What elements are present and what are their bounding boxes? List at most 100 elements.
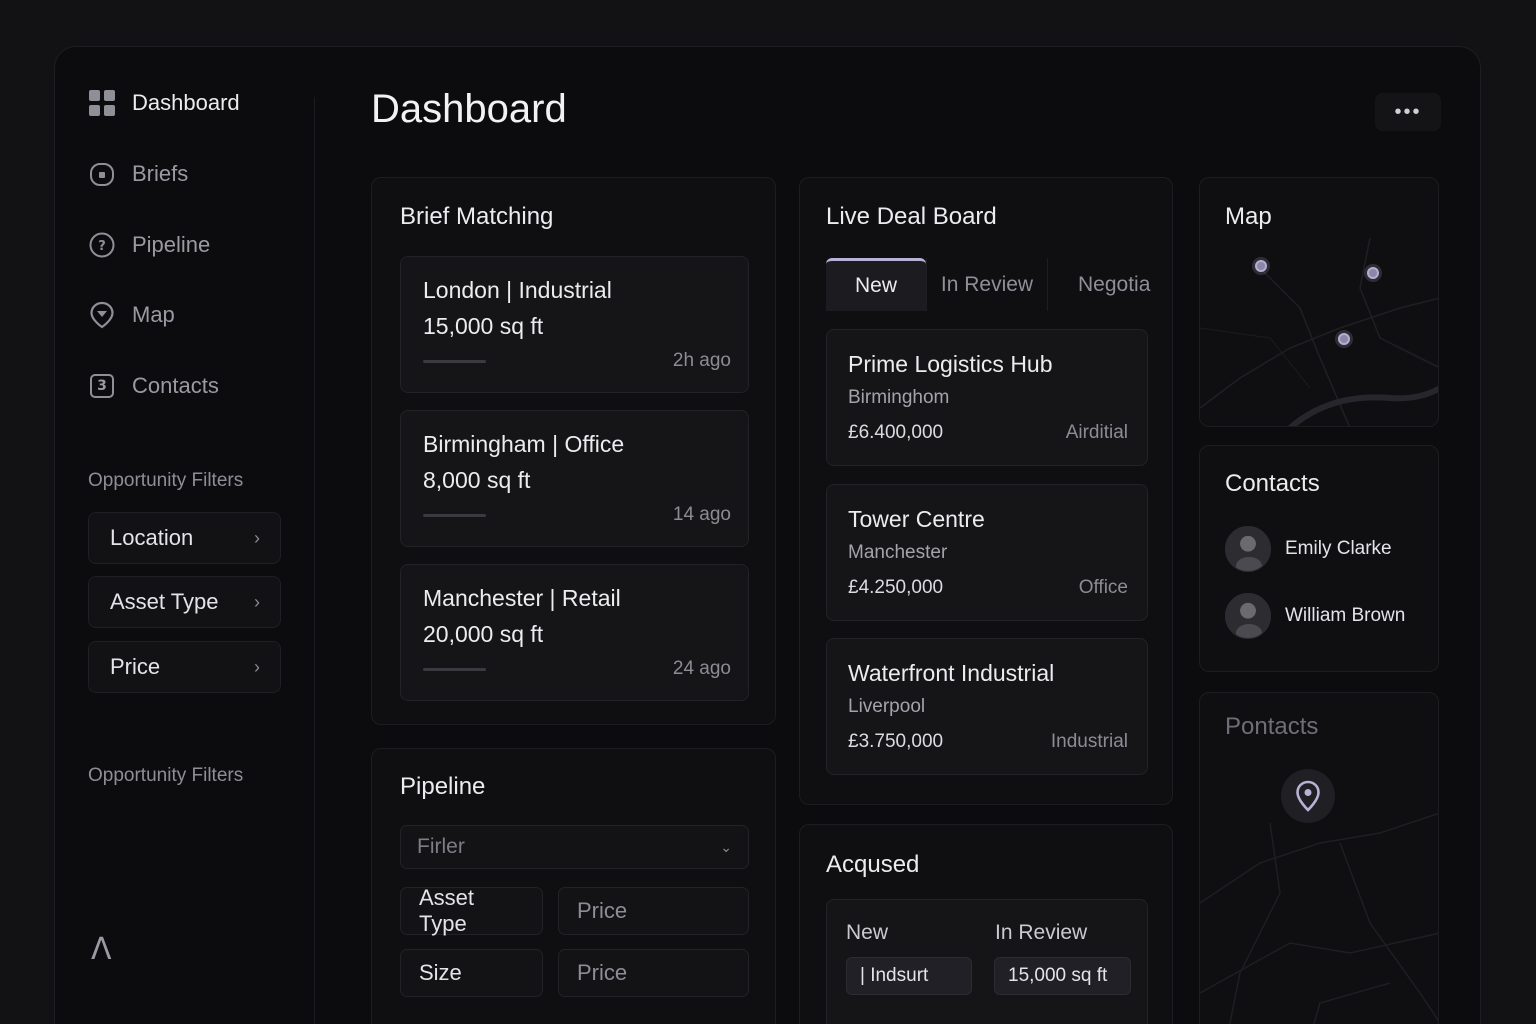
sidebar-item-contacts[interactable]: 3 Contacts [88, 366, 219, 406]
acquired-column-header: In Review [995, 921, 1088, 944]
chevron-right-icon: › [254, 591, 260, 612]
sidebar-item-label: Briefs [132, 161, 189, 186]
live-deal-board-title: Live Deal Board [826, 203, 997, 230]
sidebar-item-pipeline[interactable]: ? Pipeline [88, 225, 210, 265]
contact-item[interactable]: Emily Clarke [1225, 526, 1392, 572]
contacts-icon: 3 [88, 372, 116, 400]
secondary-map-title: Pontacts [1225, 713, 1319, 740]
acquired-card: New In Review | Indsurt 15,000 sq ft [826, 899, 1148, 1024]
pipeline-chip-price-2[interactable]: Price [558, 949, 749, 997]
chevron-right-icon: › [254, 527, 260, 548]
tab-label: Negotia [1078, 272, 1151, 296]
filter-label: Location [110, 525, 194, 550]
deal-name: Prime Logistics Hub [848, 351, 1053, 377]
acquired-title: Acqused [826, 851, 920, 878]
filter-price-button[interactable]: Price › [88, 641, 281, 693]
deal-type: Airditial [1065, 422, 1128, 443]
contacts-title: Contacts [1225, 470, 1320, 497]
deal-status-tabs: New In Review Negotia [826, 258, 1156, 311]
pipeline-chip-size[interactable]: Size [400, 949, 543, 997]
map-title: Map [1225, 203, 1272, 230]
deal-price: £6.400,000 [848, 422, 944, 443]
brief-size: 8,000 sq ft [423, 467, 531, 493]
brief-progress-bar [423, 668, 486, 671]
sidebar: Dashboard Briefs ? Pipeline Map 3 Contac… [55, 47, 315, 1024]
brief-card[interactable]: London | Industrial 15,000 sq ft 2h ago [400, 256, 749, 393]
map-marker-icon[interactable] [1338, 333, 1350, 345]
tab-new[interactable]: New [826, 258, 926, 311]
deal-price: £4.250,000 [848, 577, 944, 598]
tab-negotiation[interactable]: Negotia [1048, 258, 1156, 311]
deal-name: Tower Centre [848, 506, 985, 532]
pipeline-chip-price[interactable]: Price [558, 887, 749, 935]
app-window: Dashboard Briefs ? Pipeline Map 3 Contac… [54, 46, 1481, 1024]
svg-text:?: ? [98, 239, 106, 254]
select-value: Firler [417, 835, 465, 858]
sidebar-item-map[interactable]: Map [88, 295, 175, 335]
tab-label: New [854, 274, 897, 297]
sidebar-item-label: Map [132, 302, 175, 327]
sidebar-item-dashboard[interactable]: Dashboard [88, 83, 240, 123]
brief-location-type: Manchester | Retail [423, 585, 621, 611]
chip-label: Price [577, 960, 628, 985]
acquired-input-new[interactable]: | Indsurt [846, 957, 972, 995]
more-horizontal-icon: ••• [1394, 100, 1422, 123]
map-marker-icon[interactable] [1255, 260, 1267, 272]
brief-timestamp: 14 ago [672, 504, 731, 525]
pipeline-chip-asset-type[interactable]: Asset Type [400, 885, 543, 936]
map-marker-icon[interactable] [1367, 267, 1379, 279]
location-pin-icon[interactable] [1281, 769, 1335, 823]
pipeline-filter-select[interactable]: Firler ⌄ [400, 825, 749, 869]
deal-city: Birminghom [848, 387, 950, 408]
chip-label: Size [419, 960, 462, 985]
app-logo: Λ [91, 932, 112, 967]
sidebar-item-briefs[interactable]: Briefs [88, 154, 188, 194]
sidebar-item-label: Contacts [132, 373, 219, 398]
acquired-input-in-review[interactable]: 15,000 sq ft [994, 957, 1131, 995]
filter-location-button[interactable]: Location › [88, 512, 281, 564]
contact-name: William Brown [1285, 605, 1406, 626]
tab-in-review[interactable]: In Review [927, 258, 1047, 311]
chip-label: Asset Type [419, 885, 475, 936]
help-circle-icon: ? [88, 231, 116, 259]
opportunity-filters-label-secondary: Opportunity Filters [88, 765, 244, 786]
input-value: 15,000 sq ft [1008, 965, 1108, 986]
grid-icon [88, 89, 116, 117]
brief-location-type: London | Industrial [423, 277, 612, 303]
contact-item[interactable]: William Brown [1225, 593, 1405, 639]
deal-card[interactable]: Prime Logistics Hub Birminghom £6.400,00… [826, 329, 1148, 466]
filter-label: Price [110, 654, 161, 679]
deal-city: Manchester [848, 542, 948, 563]
deal-type: Industrial [1050, 731, 1128, 752]
tab-label: In Review [940, 272, 1034, 296]
brief-card[interactable]: Manchester | Retail 20,000 sq ft 24 ago [400, 564, 749, 701]
brief-matching-title: Brief Matching [400, 203, 554, 230]
pipeline-title: Pipeline [400, 773, 486, 800]
map-canvas [1200, 812, 1438, 1024]
deal-type: Office [1078, 577, 1128, 598]
filter-label: Asset Type [110, 589, 219, 614]
contact-name: Emily Clarke [1285, 538, 1392, 559]
sidebar-item-label: Pipeline [132, 232, 211, 257]
deal-card[interactable]: Tower Centre Manchester £4.250,000 Offic… [826, 484, 1148, 621]
avatar [1225, 593, 1271, 639]
input-value: | Indsurt [860, 965, 929, 986]
deal-card[interactable]: Waterfront Industrial Liverpool £3.750,0… [826, 638, 1148, 775]
avatar [1225, 526, 1271, 572]
brief-size: 20,000 sq ft [423, 621, 544, 647]
more-options-button[interactable]: ••• [1375, 93, 1441, 131]
contacts-count-badge: 3 [97, 378, 107, 394]
secondary-map-panel[interactable] [1199, 692, 1439, 1024]
map-pin-icon [88, 301, 116, 329]
chevron-down-icon: ⌄ [720, 838, 732, 855]
brief-progress-bar [423, 360, 486, 363]
acquired-column-header: New [846, 921, 889, 944]
brief-card[interactable]: Birmingham | Office 8,000 sq ft 14 ago [400, 410, 749, 547]
opportunity-filters-label: Opportunity Filters [88, 470, 244, 491]
brief-timestamp: 2h ago [672, 350, 731, 371]
sidebar-divider [314, 97, 315, 1024]
filter-asset-type-button[interactable]: Asset Type › [88, 576, 281, 628]
briefcase-icon [88, 160, 116, 188]
brief-location-type: Birmingham | Office [423, 431, 625, 457]
brief-size: 15,000 sq ft [423, 313, 544, 339]
